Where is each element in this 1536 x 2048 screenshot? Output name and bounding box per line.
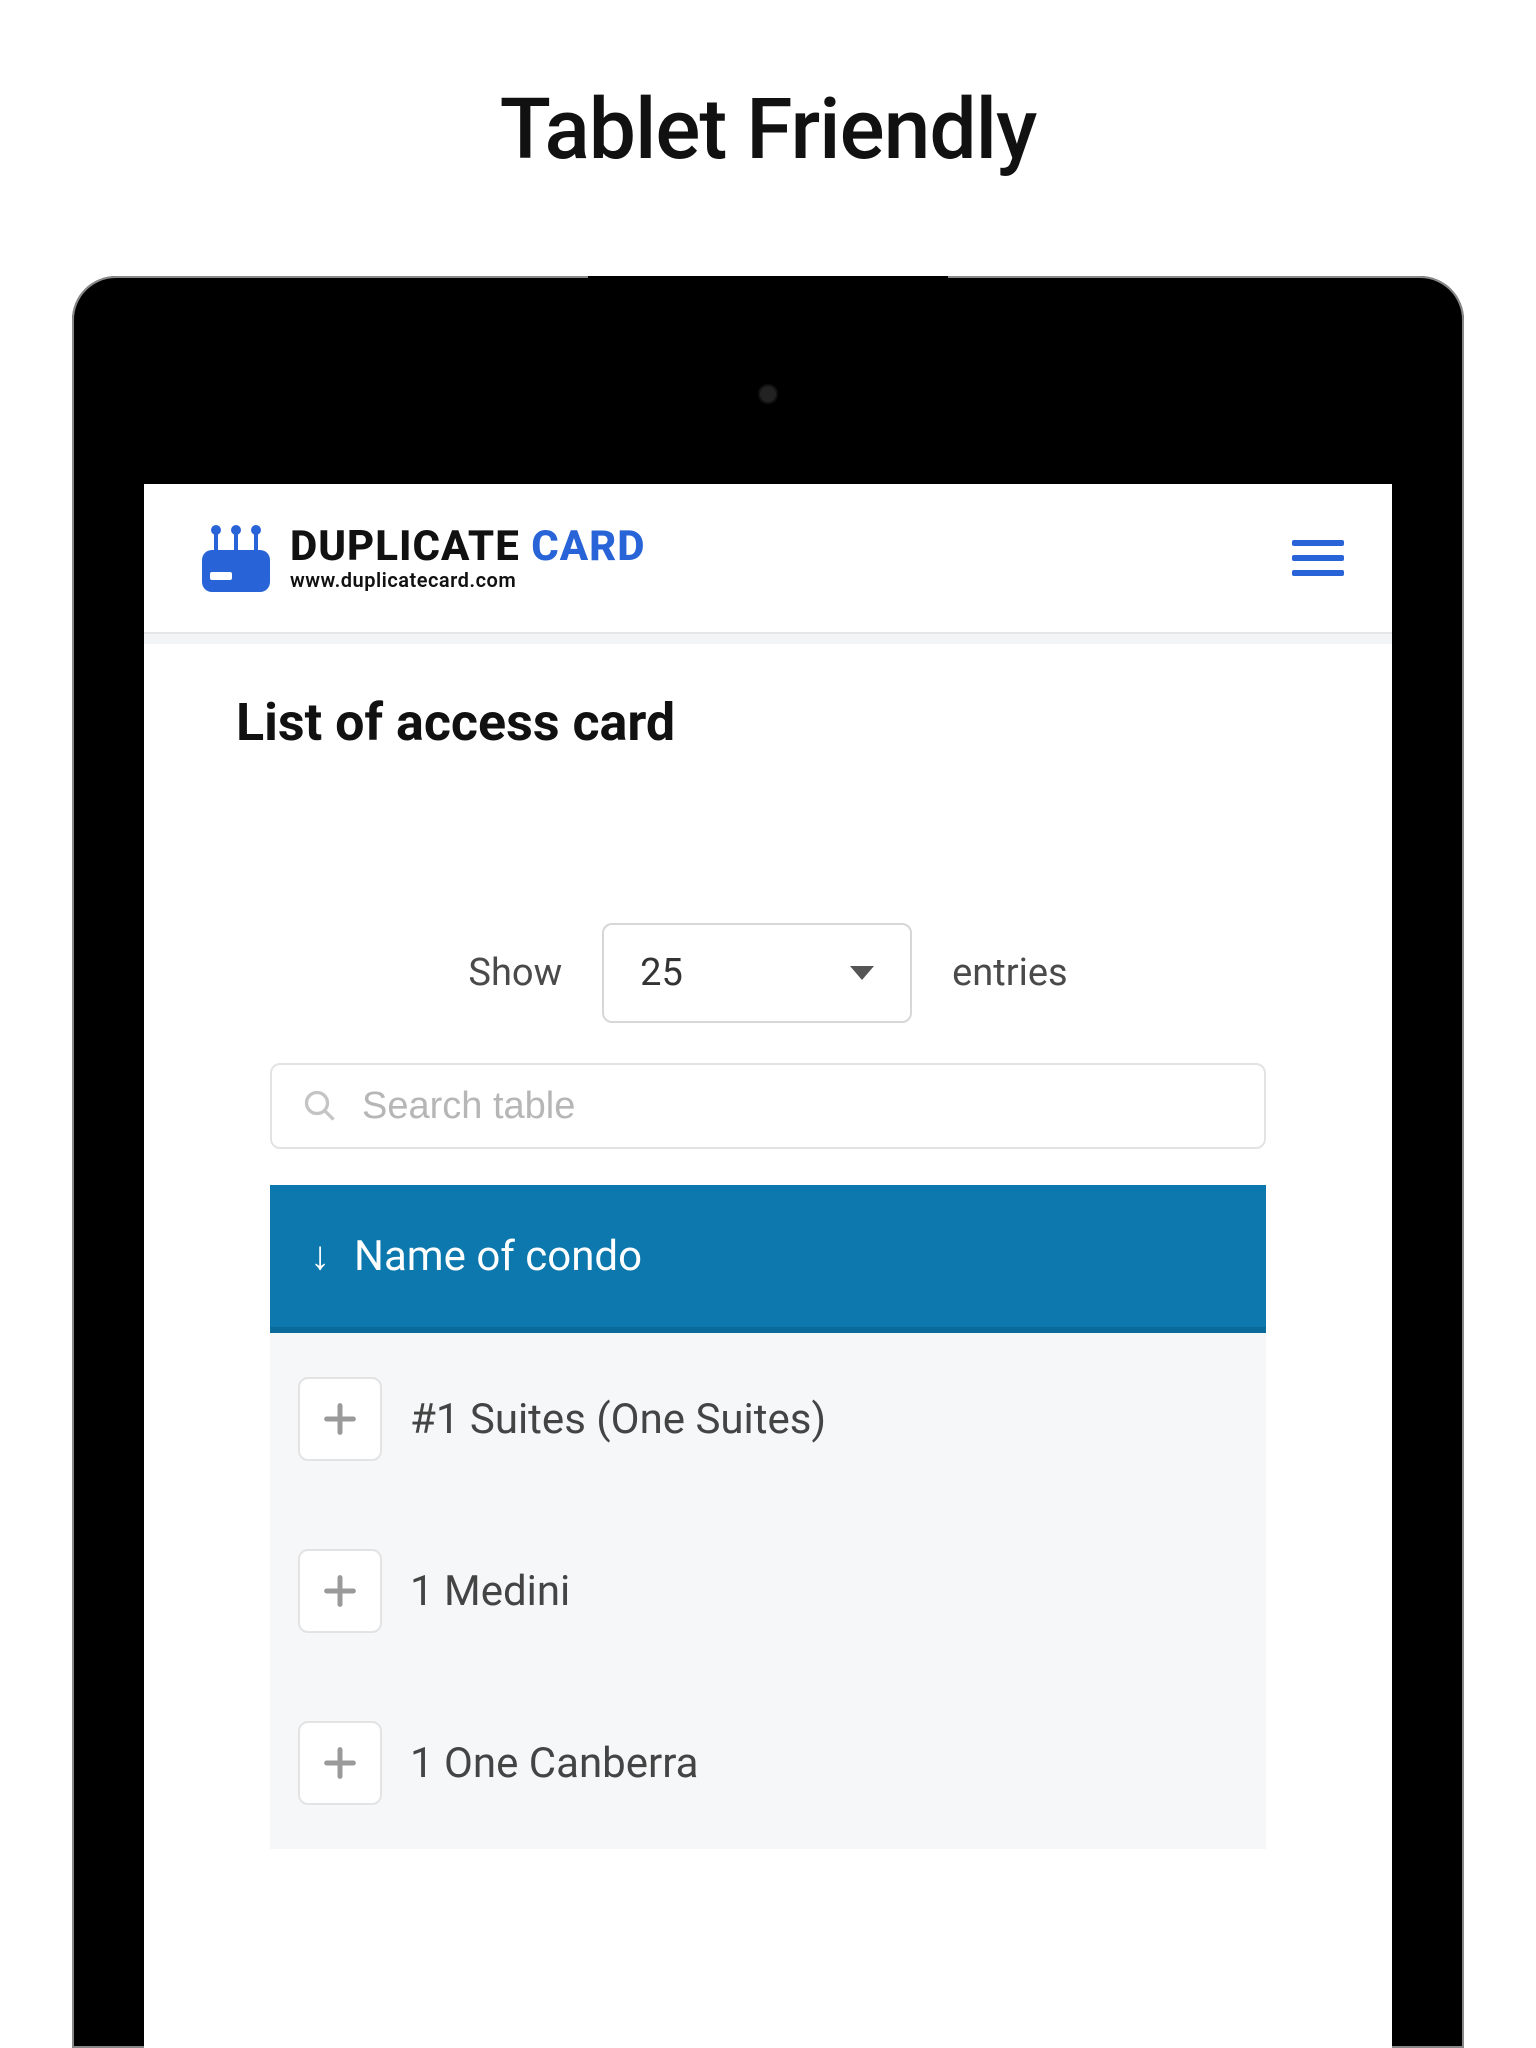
- entries-label: entries: [952, 951, 1067, 995]
- logo-text: DUPLICATE CARD www.duplicatecard.com: [290, 525, 646, 590]
- content-area: List of access card Show 25 entries: [144, 644, 1392, 2048]
- row-label: #1 Suites (One Suites): [410, 1395, 826, 1444]
- expand-button[interactable]: [298, 1721, 382, 1805]
- row-label: 1 Medini: [410, 1567, 570, 1616]
- column-header-name[interactable]: ↓ Name of condo: [270, 1185, 1266, 1333]
- expand-button[interactable]: [298, 1549, 382, 1633]
- table-row: 1 Medini: [270, 1505, 1266, 1677]
- data-table: ↓ Name of condo #1 Suites (One Suites): [270, 1185, 1266, 1849]
- app-header: DUPLICATE CARD www.duplicatecard.com: [144, 484, 1392, 634]
- expand-button[interactable]: [298, 1377, 382, 1461]
- logo-name-part1: DUPLICATE: [290, 522, 520, 571]
- app-screen: DUPLICATE CARD www.duplicatecard.com Lis…: [144, 484, 1392, 2048]
- logo-subtitle: www.duplicatecard.com: [290, 570, 646, 591]
- promo-title: Tablet Friendly: [0, 0, 1536, 179]
- menu-icon[interactable]: [1292, 538, 1344, 578]
- table-row: #1 Suites (One Suites): [270, 1333, 1266, 1505]
- tablet-camera: [760, 386, 776, 402]
- table-body: #1 Suites (One Suites) 1 Medini: [270, 1333, 1266, 1849]
- logo-name-part2: CARD: [531, 522, 645, 571]
- page-heading: List of access card: [144, 692, 1392, 753]
- pagination-controls: Show 25 entries: [144, 923, 1392, 1023]
- search-icon: [302, 1088, 338, 1124]
- tablet-frame: DUPLICATE CARD www.duplicatecard.com Lis…: [72, 276, 1464, 2048]
- sort-desc-icon: ↓: [310, 1236, 330, 1276]
- tablet-notch: [588, 276, 948, 304]
- search-container: [270, 1063, 1266, 1149]
- table-row: 1 One Canberra: [270, 1677, 1266, 1849]
- page-size-select[interactable]: 25: [602, 923, 912, 1023]
- search-input[interactable]: [270, 1063, 1266, 1149]
- row-label: 1 One Canberra: [410, 1739, 699, 1788]
- show-label: Show: [468, 951, 562, 995]
- chevron-down-icon: [850, 966, 874, 980]
- column-header-label: Name of condo: [354, 1232, 642, 1281]
- page-size-value: 25: [640, 951, 683, 995]
- card-logo-icon: [198, 520, 274, 596]
- app-logo[interactable]: DUPLICATE CARD www.duplicatecard.com: [198, 520, 646, 596]
